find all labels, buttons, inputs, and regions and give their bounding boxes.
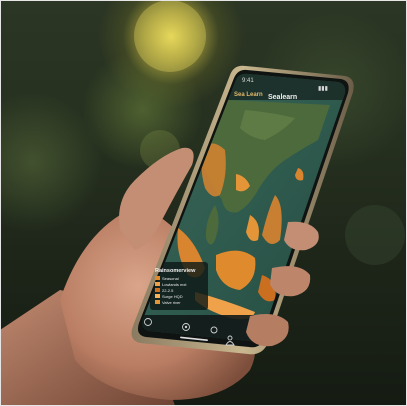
legend-item-label: Surge HQD [162,294,183,299]
legend-item-label: Seasonal [162,276,179,281]
app-header-left[interactable]: Sea Learn [234,92,263,98]
status-time: 9:41 [242,78,254,84]
legend-item-label: 22-2.5 [162,288,174,293]
legend-swatch [155,276,160,280]
legend-swatch [155,282,160,286]
legend-swatch [155,300,160,304]
app-header-title: Sealearn [268,94,297,101]
photo-background: 9:41 ▮▮▮ Sea Learn Sealearn Rainsomervie… [0,0,407,406]
bokeh-light [345,205,405,265]
legend-title: Rainsomerview [155,268,196,274]
photo-scene: 9:41 ▮▮▮ Sea Learn Sealearn Rainsomervie… [0,0,405,406]
legend-swatch [155,288,160,292]
legend-swatch [155,294,160,298]
hand-finger [246,314,289,347]
legend-item-label: Valve river [162,300,181,305]
status-icons: ▮▮▮ [318,86,328,92]
bokeh-light [134,0,206,72]
legend-item-label: Lowlands mxt [162,282,187,287]
hand-finger [270,266,311,297]
hand-finger [284,221,319,251]
